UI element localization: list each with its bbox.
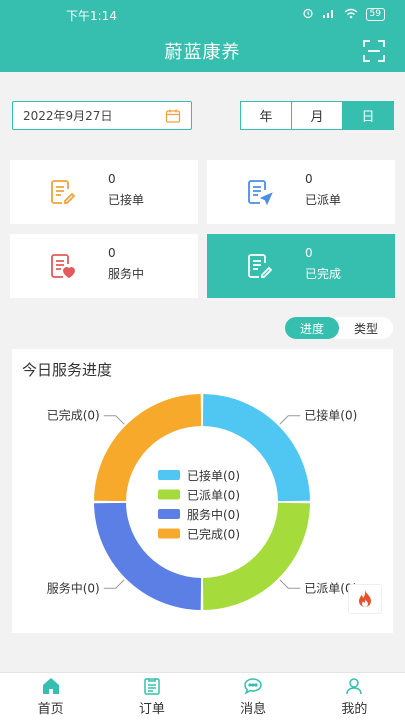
stat-card-in-service[interactable]: 0 服务中	[10, 234, 198, 298]
fire-button[interactable]	[348, 584, 382, 614]
message-icon	[244, 678, 262, 695]
stat-card-dispatched[interactable]: 0 已派单	[207, 160, 395, 224]
order-completed-icon	[248, 254, 273, 278]
status-icons: 59	[302, 7, 385, 22]
legend-label-dispatched: 已派单(0)	[187, 489, 240, 503]
period-year-button[interactable]: 年	[241, 102, 292, 129]
order-dispatched-icon	[248, 180, 273, 206]
stat-card-completed[interactable]: 0 已完成	[207, 234, 395, 298]
stat-dispatched-label: 已派单	[305, 193, 342, 207]
period-day-button[interactable]: 日	[343, 102, 393, 129]
tab-profile[interactable]: 我的	[304, 673, 405, 720]
tab-orders-label: 订单	[138, 702, 165, 717]
callout-line-dispatched	[279, 579, 301, 589]
stat-accepted-label: 已接单	[108, 193, 145, 207]
tab-home-label: 首页	[37, 702, 64, 717]
donut-slice-completed[interactable]	[94, 394, 202, 502]
legend-swatch-completed	[158, 528, 180, 539]
wifi-icon	[344, 8, 358, 22]
calendar-icon	[165, 109, 181, 123]
tab-profile-label: 我的	[341, 702, 368, 717]
stat-in-service-label: 服务中	[108, 267, 145, 281]
legend-label-accepted: 已接单(0)	[187, 468, 240, 483]
orders-icon	[144, 678, 160, 695]
home-icon	[42, 678, 59, 694]
status-time: 下午1:14	[66, 9, 117, 23]
legend-label-completed: 已完成(0)	[187, 527, 240, 542]
tab-home[interactable]: 首页	[0, 673, 101, 720]
tab-orders[interactable]: 订单	[101, 673, 202, 720]
battery-icon: 59	[365, 8, 385, 21]
signal-icon	[322, 8, 336, 22]
donut-slice-in-service[interactable]	[94, 502, 202, 610]
stat-completed-label: 已完成	[305, 267, 342, 281]
toggle-progress[interactable]: 进度	[285, 317, 339, 339]
legend-label-in-service: 服务中(0)	[187, 507, 240, 522]
stat-accepted-count: 0	[108, 172, 116, 186]
stat-dispatched-count: 0	[305, 172, 313, 186]
fire-icon	[359, 590, 371, 607]
status-bar: 下午1:14 59	[0, 0, 405, 28]
tab-messages-label: 消息	[240, 702, 267, 717]
tab-bar: 首页 订单 消息 我的	[0, 672, 405, 720]
callout-line-completed	[103, 415, 125, 425]
legend-swatch-dispatched	[158, 489, 180, 500]
donut-chart: 已接单(0)已派单(0)服务中(0)已完成(0)已接单(0)已派单(0)服务中(…	[47, 394, 357, 610]
date-picker[interactable]: 2022年9月27日	[12, 101, 192, 130]
app-title: 蔚蓝康养	[164, 42, 241, 63]
chart-panel: 今日服务进度 已接单(0) 已派单(0) 服务中(0) 已完成(0) 已接单(0) 已派单…	[12, 349, 393, 633]
callout-label-completed: 已完成(0)	[47, 408, 100, 423]
toggle-type[interactable]: 类型	[339, 317, 393, 339]
callout-line-accepted	[279, 415, 301, 425]
donut-slice-accepted[interactable]	[202, 394, 310, 502]
callout-line-in-service	[103, 579, 125, 589]
period-selector: 年 月 日	[240, 101, 394, 130]
callout-label-in-service: 服务中(0)	[47, 580, 100, 595]
period-month-button[interactable]: 月	[292, 102, 343, 129]
stat-completed-count: 0	[305, 246, 313, 260]
legend-swatch-accepted	[158, 470, 180, 480]
app-header: 下午1:14 59 蔚蓝康养	[0, 0, 405, 72]
callout-label-accepted: 已接单(0)	[304, 408, 357, 423]
order-accepted-icon	[51, 180, 76, 204]
scan-icon[interactable]	[363, 40, 385, 62]
order-in-service-icon	[51, 254, 75, 279]
stat-in-service-count: 0	[108, 246, 116, 260]
user-icon	[346, 678, 363, 695]
alarm-icon	[302, 7, 314, 22]
date-value: 2022年9月27日	[23, 109, 113, 123]
tab-messages[interactable]: 消息	[203, 673, 304, 720]
legend-swatch-in-service	[158, 509, 180, 519]
stat-card-accepted[interactable]: 0 已接单	[10, 160, 198, 224]
view-toggle: 进度 类型	[285, 317, 393, 339]
